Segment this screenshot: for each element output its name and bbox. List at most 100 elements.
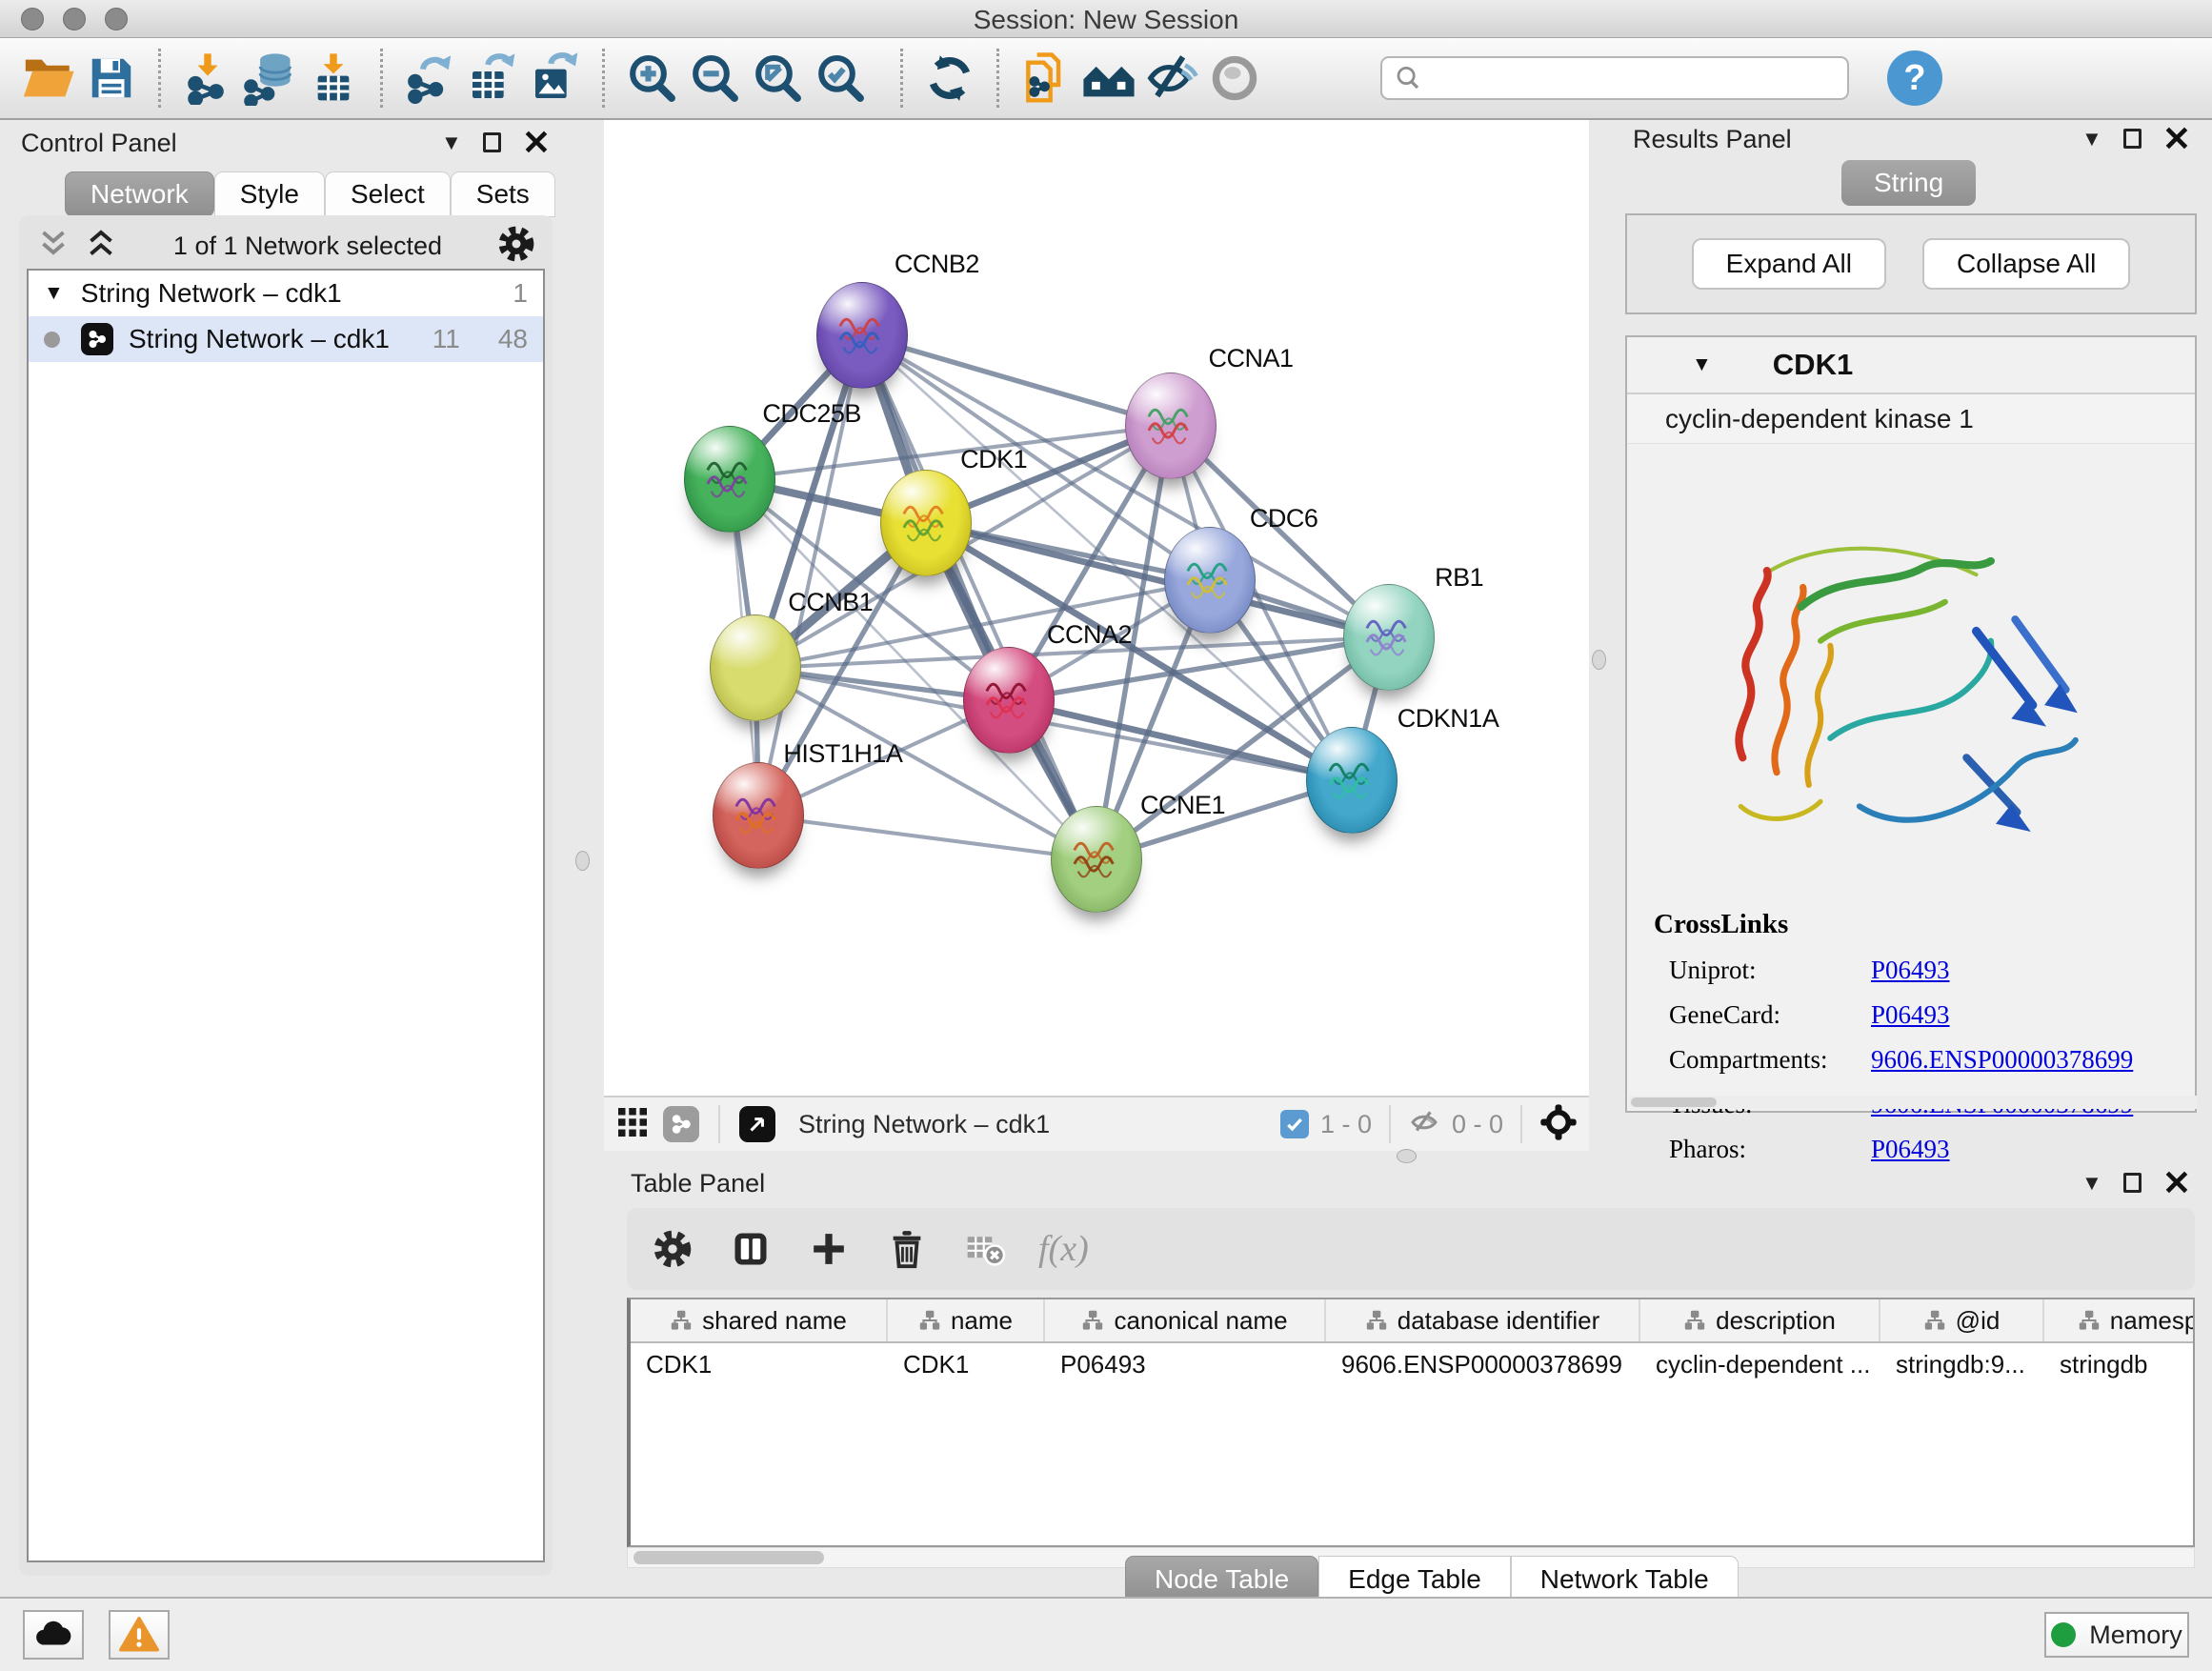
table-cell[interactable]: 9606.ENSP00000378699 bbox=[1326, 1343, 1640, 1385]
network-edge[interactable] bbox=[862, 335, 1171, 425]
network-node-rb1[interactable] bbox=[1343, 584, 1435, 691]
crosslink-link[interactable]: P06493 bbox=[1871, 1000, 1950, 1030]
network-node-cdkn1a[interactable] bbox=[1306, 727, 1398, 834]
column-header-namespace[interactable]: namespace bbox=[2044, 1299, 2195, 1341]
column-header-name[interactable]: name bbox=[888, 1299, 1045, 1341]
close-panel-icon[interactable]: ✕ bbox=[2162, 1170, 2191, 1198]
show-columns-icon[interactable] bbox=[726, 1224, 775, 1274]
vertical-splitter-handle[interactable] bbox=[1592, 650, 1606, 670]
crosslink-link[interactable]: 9606.ENSP00000378699 bbox=[1871, 1045, 2133, 1075]
import-table-file-icon[interactable] bbox=[302, 47, 365, 110]
hide-selected-eye-slash-icon[interactable] bbox=[1140, 47, 1203, 110]
search-box[interactable] bbox=[1380, 56, 1849, 100]
tab-network[interactable]: Network bbox=[65, 171, 214, 217]
network-edge[interactable] bbox=[862, 335, 1096, 859]
delete-column-trash-icon[interactable] bbox=[882, 1224, 932, 1274]
clone-network-icon[interactable] bbox=[1015, 47, 1077, 110]
collapse-all-button[interactable]: Collapse All bbox=[1922, 238, 2130, 290]
card-expand-icon[interactable]: ▼ bbox=[1692, 353, 1712, 376]
open-session-icon[interactable] bbox=[17, 47, 80, 110]
fit-selected-crosshair-icon[interactable] bbox=[1539, 1103, 1578, 1146]
column-header-canonical-name[interactable]: canonical name bbox=[1045, 1299, 1326, 1341]
zoom-out-icon[interactable] bbox=[683, 47, 746, 110]
column-header-description[interactable]: description bbox=[1640, 1299, 1880, 1341]
hidden-eye-slash-icon[interactable] bbox=[1408, 1106, 1440, 1143]
table-cell[interactable]: cyclin-dependent ... bbox=[1640, 1343, 1880, 1385]
collapse-panel-icon[interactable]: ▼ bbox=[2081, 1173, 2102, 1194]
export-image-icon[interactable] bbox=[524, 47, 587, 110]
tab-select[interactable]: Select bbox=[325, 171, 451, 217]
tab-string[interactable]: String bbox=[1841, 160, 1976, 206]
cloud-status-button[interactable] bbox=[23, 1610, 84, 1660]
network-node-cdk1[interactable] bbox=[880, 470, 972, 576]
create-column-plus-icon[interactable] bbox=[804, 1224, 854, 1274]
collapse-panel-icon[interactable]: ▼ bbox=[2081, 129, 2102, 150]
protein-ribbon-thumbnail bbox=[1143, 402, 1198, 453]
zoom-selected-icon[interactable] bbox=[809, 47, 872, 110]
network-overview-houses-icon[interactable] bbox=[1077, 47, 1140, 110]
column-header-database-identifier[interactable]: database identifier bbox=[1326, 1299, 1640, 1341]
selected-checkbox-icon[interactable] bbox=[1280, 1110, 1309, 1138]
birdseye-grid-icon[interactable] bbox=[615, 1105, 650, 1144]
delete-table-icon[interactable] bbox=[960, 1224, 1010, 1274]
import-network-file-icon[interactable] bbox=[176, 47, 239, 110]
network-node-ccne1[interactable] bbox=[1051, 806, 1142, 913]
expand-all-button[interactable]: Expand All bbox=[1692, 238, 1886, 290]
collapse-panel-icon[interactable]: ▼ bbox=[441, 132, 462, 153]
network-node-cdc6[interactable] bbox=[1164, 527, 1256, 634]
tab-style[interactable]: Style bbox=[214, 171, 325, 217]
collapse-all-networks-icon[interactable] bbox=[36, 227, 70, 266]
show-all-eye-icon[interactable] bbox=[1203, 47, 1266, 110]
float-panel-icon[interactable] bbox=[2123, 129, 2142, 149]
function-builder-icon[interactable]: f(x) bbox=[1038, 1228, 1089, 1270]
table-cell[interactable]: CDK1 bbox=[888, 1343, 1045, 1385]
warnings-button[interactable] bbox=[109, 1610, 170, 1660]
card-scrollbar[interactable] bbox=[1629, 1096, 2197, 1109]
network-node-cdc25b[interactable] bbox=[684, 426, 775, 533]
scrollbar-thumb[interactable] bbox=[633, 1551, 824, 1564]
export-network-icon[interactable] bbox=[398, 47, 461, 110]
close-panel-icon[interactable]: ✕ bbox=[2162, 126, 2191, 153]
column-header-@id[interactable]: @id bbox=[1880, 1299, 2044, 1341]
gene-card-header[interactable]: ▼ CDK1 bbox=[1627, 337, 2195, 394]
network-collection-row[interactable]: ▼ String Network – cdk1 1 bbox=[29, 271, 543, 316]
close-panel-icon[interactable]: ✕ bbox=[522, 130, 551, 157]
tab-sets[interactable]: Sets bbox=[451, 171, 555, 217]
table-cell[interactable]: stringdb:9... bbox=[1880, 1343, 2044, 1385]
network-node-ccnb1[interactable] bbox=[710, 614, 801, 721]
network-edge[interactable] bbox=[758, 815, 1096, 859]
crosslink-link[interactable]: P06493 bbox=[1871, 1135, 1950, 1164]
search-input[interactable] bbox=[1430, 64, 1836, 93]
zoom-fit-icon[interactable] bbox=[746, 47, 809, 110]
expand-all-networks-icon[interactable] bbox=[84, 227, 118, 266]
export-table-icon[interactable] bbox=[461, 47, 524, 110]
float-panel-icon[interactable] bbox=[483, 132, 501, 152]
node-table[interactable]: shared namenamecanonical namedatabase id… bbox=[627, 1298, 2195, 1547]
import-network-database-icon[interactable] bbox=[239, 47, 302, 110]
network-canvas[interactable]: CCNB2CCNA1CDC25BCDK1CDC6RB1CCNB1CCNA2CDK… bbox=[604, 120, 1589, 1096]
refresh-icon[interactable] bbox=[918, 47, 981, 110]
save-session-icon[interactable] bbox=[80, 47, 143, 110]
network-node-ccna2[interactable] bbox=[963, 647, 1055, 754]
horizontal-splitter-handle[interactable] bbox=[1397, 1149, 1417, 1163]
table-cell[interactable]: P06493 bbox=[1045, 1343, 1326, 1385]
memory-button[interactable]: Memory bbox=[2044, 1612, 2189, 1658]
table-cell[interactable]: CDK1 bbox=[631, 1343, 888, 1385]
network-row-selected[interactable]: String Network – cdk1 11 48 bbox=[29, 316, 543, 362]
open-in-window-arrow-icon[interactable] bbox=[739, 1106, 775, 1142]
network-node-ccnb2[interactable] bbox=[816, 282, 908, 389]
table-cell[interactable]: stringdb bbox=[2044, 1343, 2195, 1385]
network-node-ccna1[interactable] bbox=[1125, 372, 1217, 479]
network-edge[interactable] bbox=[1009, 700, 1352, 780]
column-header-shared-name[interactable]: shared name bbox=[631, 1299, 888, 1341]
float-panel-icon[interactable] bbox=[2123, 1173, 2142, 1193]
crosslink-link[interactable]: P06493 bbox=[1871, 956, 1950, 985]
help-icon[interactable]: ? bbox=[1887, 50, 1942, 106]
tree-expand-icon[interactable]: ▼ bbox=[44, 282, 64, 305]
zoom-in-icon[interactable] bbox=[620, 47, 683, 110]
network-options-gear-icon[interactable] bbox=[497, 225, 535, 268]
vertical-splitter-handle[interactable] bbox=[575, 851, 590, 871]
network-node-hist1h1a[interactable] bbox=[713, 762, 804, 869]
network-badge-gray-icon[interactable] bbox=[663, 1106, 699, 1142]
table-options-gear-icon[interactable] bbox=[648, 1224, 697, 1274]
